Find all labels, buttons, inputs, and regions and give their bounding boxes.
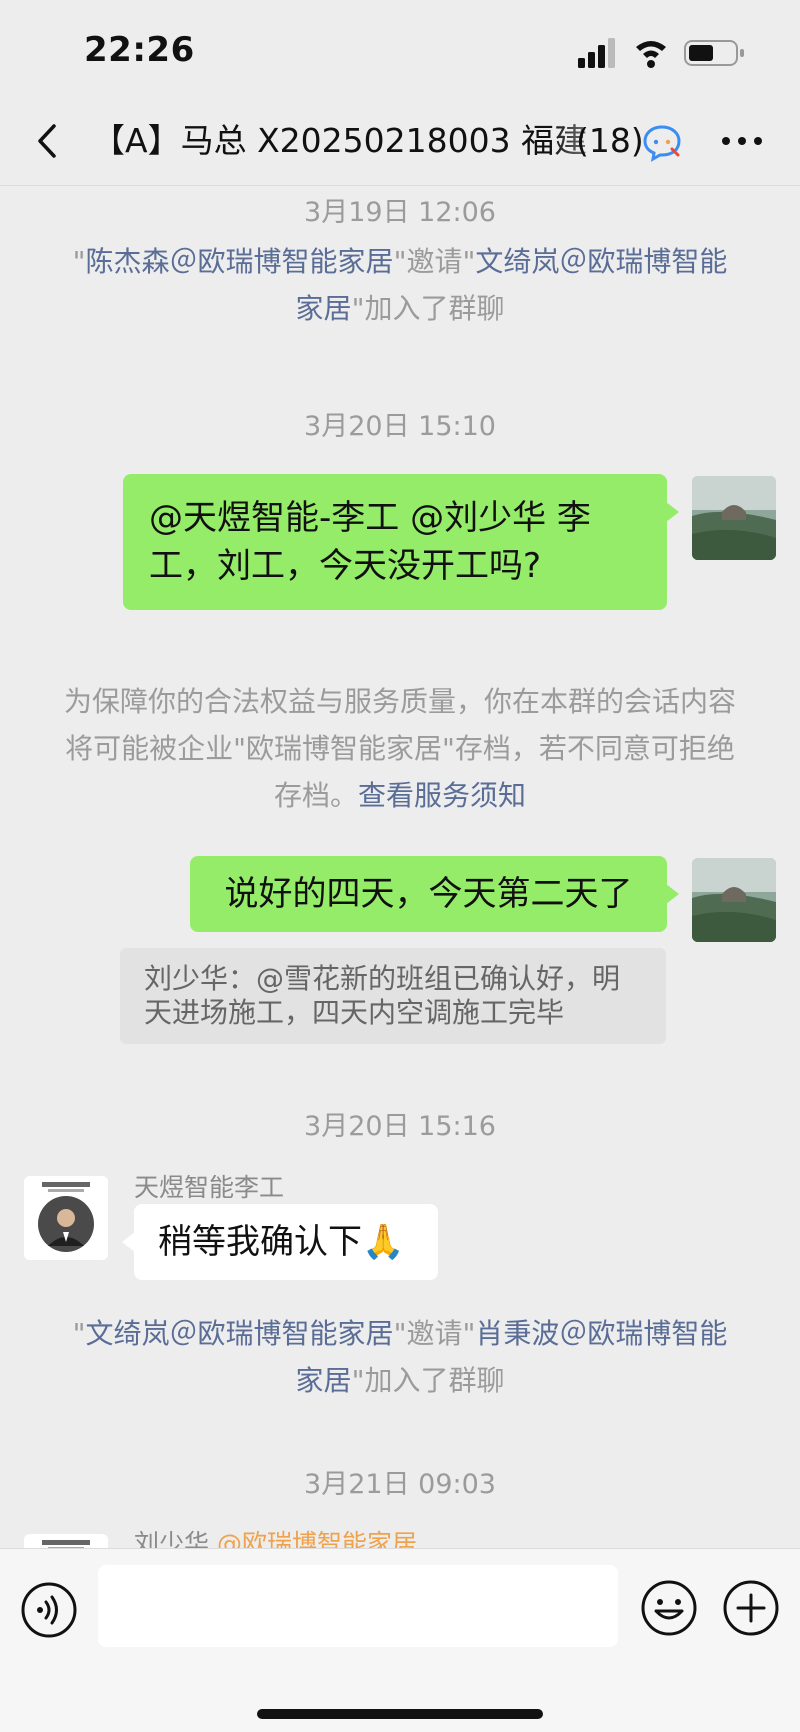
- timestamp: 3月19日 12:06: [304, 197, 496, 228]
- my-message-bubble[interactable]: 说好的四天，今天第二天了: [190, 856, 679, 932]
- more-dots-icon: [722, 137, 762, 145]
- contact-message-bubble[interactable]: 稍等我确认下🙏: [122, 1204, 438, 1280]
- member-count: (18): [576, 121, 644, 160]
- contact-avatar[interactable]: [24, 1534, 108, 1548]
- more-functions-button[interactable]: [722, 1579, 780, 1637]
- smiley-icon: [641, 1580, 697, 1636]
- voice-icon: [21, 1582, 77, 1638]
- chat-title[interactable]: 【A】马总 X20250218003 福建: [92, 118, 632, 164]
- user-link[interactable]: 陈杰森＠欧瑞博智能家居: [86, 245, 394, 278]
- my-message-bubble[interactable]: @天煜智能-李工 @刘少华 李工，刘工，今天没开工吗?: [123, 474, 679, 610]
- sender-org: @欧瑞博智能家居: [216, 1529, 417, 1548]
- contact-avatar[interactable]: [24, 1176, 108, 1260]
- message-input[interactable]: [98, 1565, 618, 1647]
- system-message-join: "文绮岚＠欧瑞博智能家居"邀请"肖秉波＠欧瑞博智能家居"加入了群聊: [72, 1317, 728, 1397]
- chevron-left-icon: [38, 124, 56, 158]
- service-terms-link[interactable]: 查看服务须知: [358, 779, 526, 812]
- my-avatar[interactable]: [692, 858, 776, 942]
- timestamp: 3月20日 15:16: [304, 1111, 496, 1142]
- wecom-chat-icon: [642, 122, 682, 162]
- message-text: @天煜智能-李工 @刘少华 李工，刘工，今天没开工吗?: [149, 498, 591, 586]
- signal-icon: [578, 38, 615, 68]
- status-time: 22:26: [84, 30, 195, 70]
- voice-input-button[interactable]: [20, 1581, 78, 1639]
- message-text: 稍等我确认下: [158, 1222, 362, 1262]
- input-bar: [0, 1548, 800, 1732]
- quoted-message[interactable]: 刘少华：@雪花新的班组已确认好，明天进场施工，四天内空调施工完毕: [120, 948, 666, 1044]
- emoji-button[interactable]: [640, 1579, 698, 1637]
- more-options-button[interactable]: [718, 118, 766, 164]
- user-link[interactable]: 文绮岚＠欧瑞博智能家居: [86, 1317, 394, 1350]
- timestamp: 3月21日 09:03: [304, 1469, 496, 1500]
- sender-name: 刘少华 @欧瑞博智能家居: [134, 1524, 417, 1548]
- system-message-join: "陈杰森＠欧瑞博智能家居"邀请"文绮岚＠欧瑞博智能家居"加入了群聊: [72, 245, 728, 325]
- sender-name: 天煜智能李工: [134, 1173, 285, 1202]
- my-avatar[interactable]: [692, 476, 776, 560]
- wifi-icon: [636, 41, 666, 68]
- battery-icon: [684, 40, 744, 66]
- plus-icon: [723, 1580, 779, 1636]
- chat-area[interactable]: 3月19日 12:06 "陈杰森＠欧瑞博智能家居"邀请"文绮岚＠欧瑞博智能家居"…: [0, 186, 800, 1548]
- back-button[interactable]: [28, 118, 68, 164]
- message-text: 说好的四天，今天第二天了: [224, 874, 633, 914]
- home-indicator: [257, 1709, 543, 1719]
- archive-notice: 为保障你的合法权益与服务质量，你在本群的会话内容将可能被企业"欧瑞博智能家居"存…: [63, 685, 736, 812]
- nav-bar: 【A】马总 X20250218003 福建 (18): [0, 96, 800, 186]
- status-icons: [578, 38, 748, 68]
- timestamp: 3月20日 15:10: [304, 411, 496, 442]
- status-bar: 22:26: [0, 0, 800, 96]
- pray-emoji-icon: 🙏: [362, 1222, 405, 1262]
